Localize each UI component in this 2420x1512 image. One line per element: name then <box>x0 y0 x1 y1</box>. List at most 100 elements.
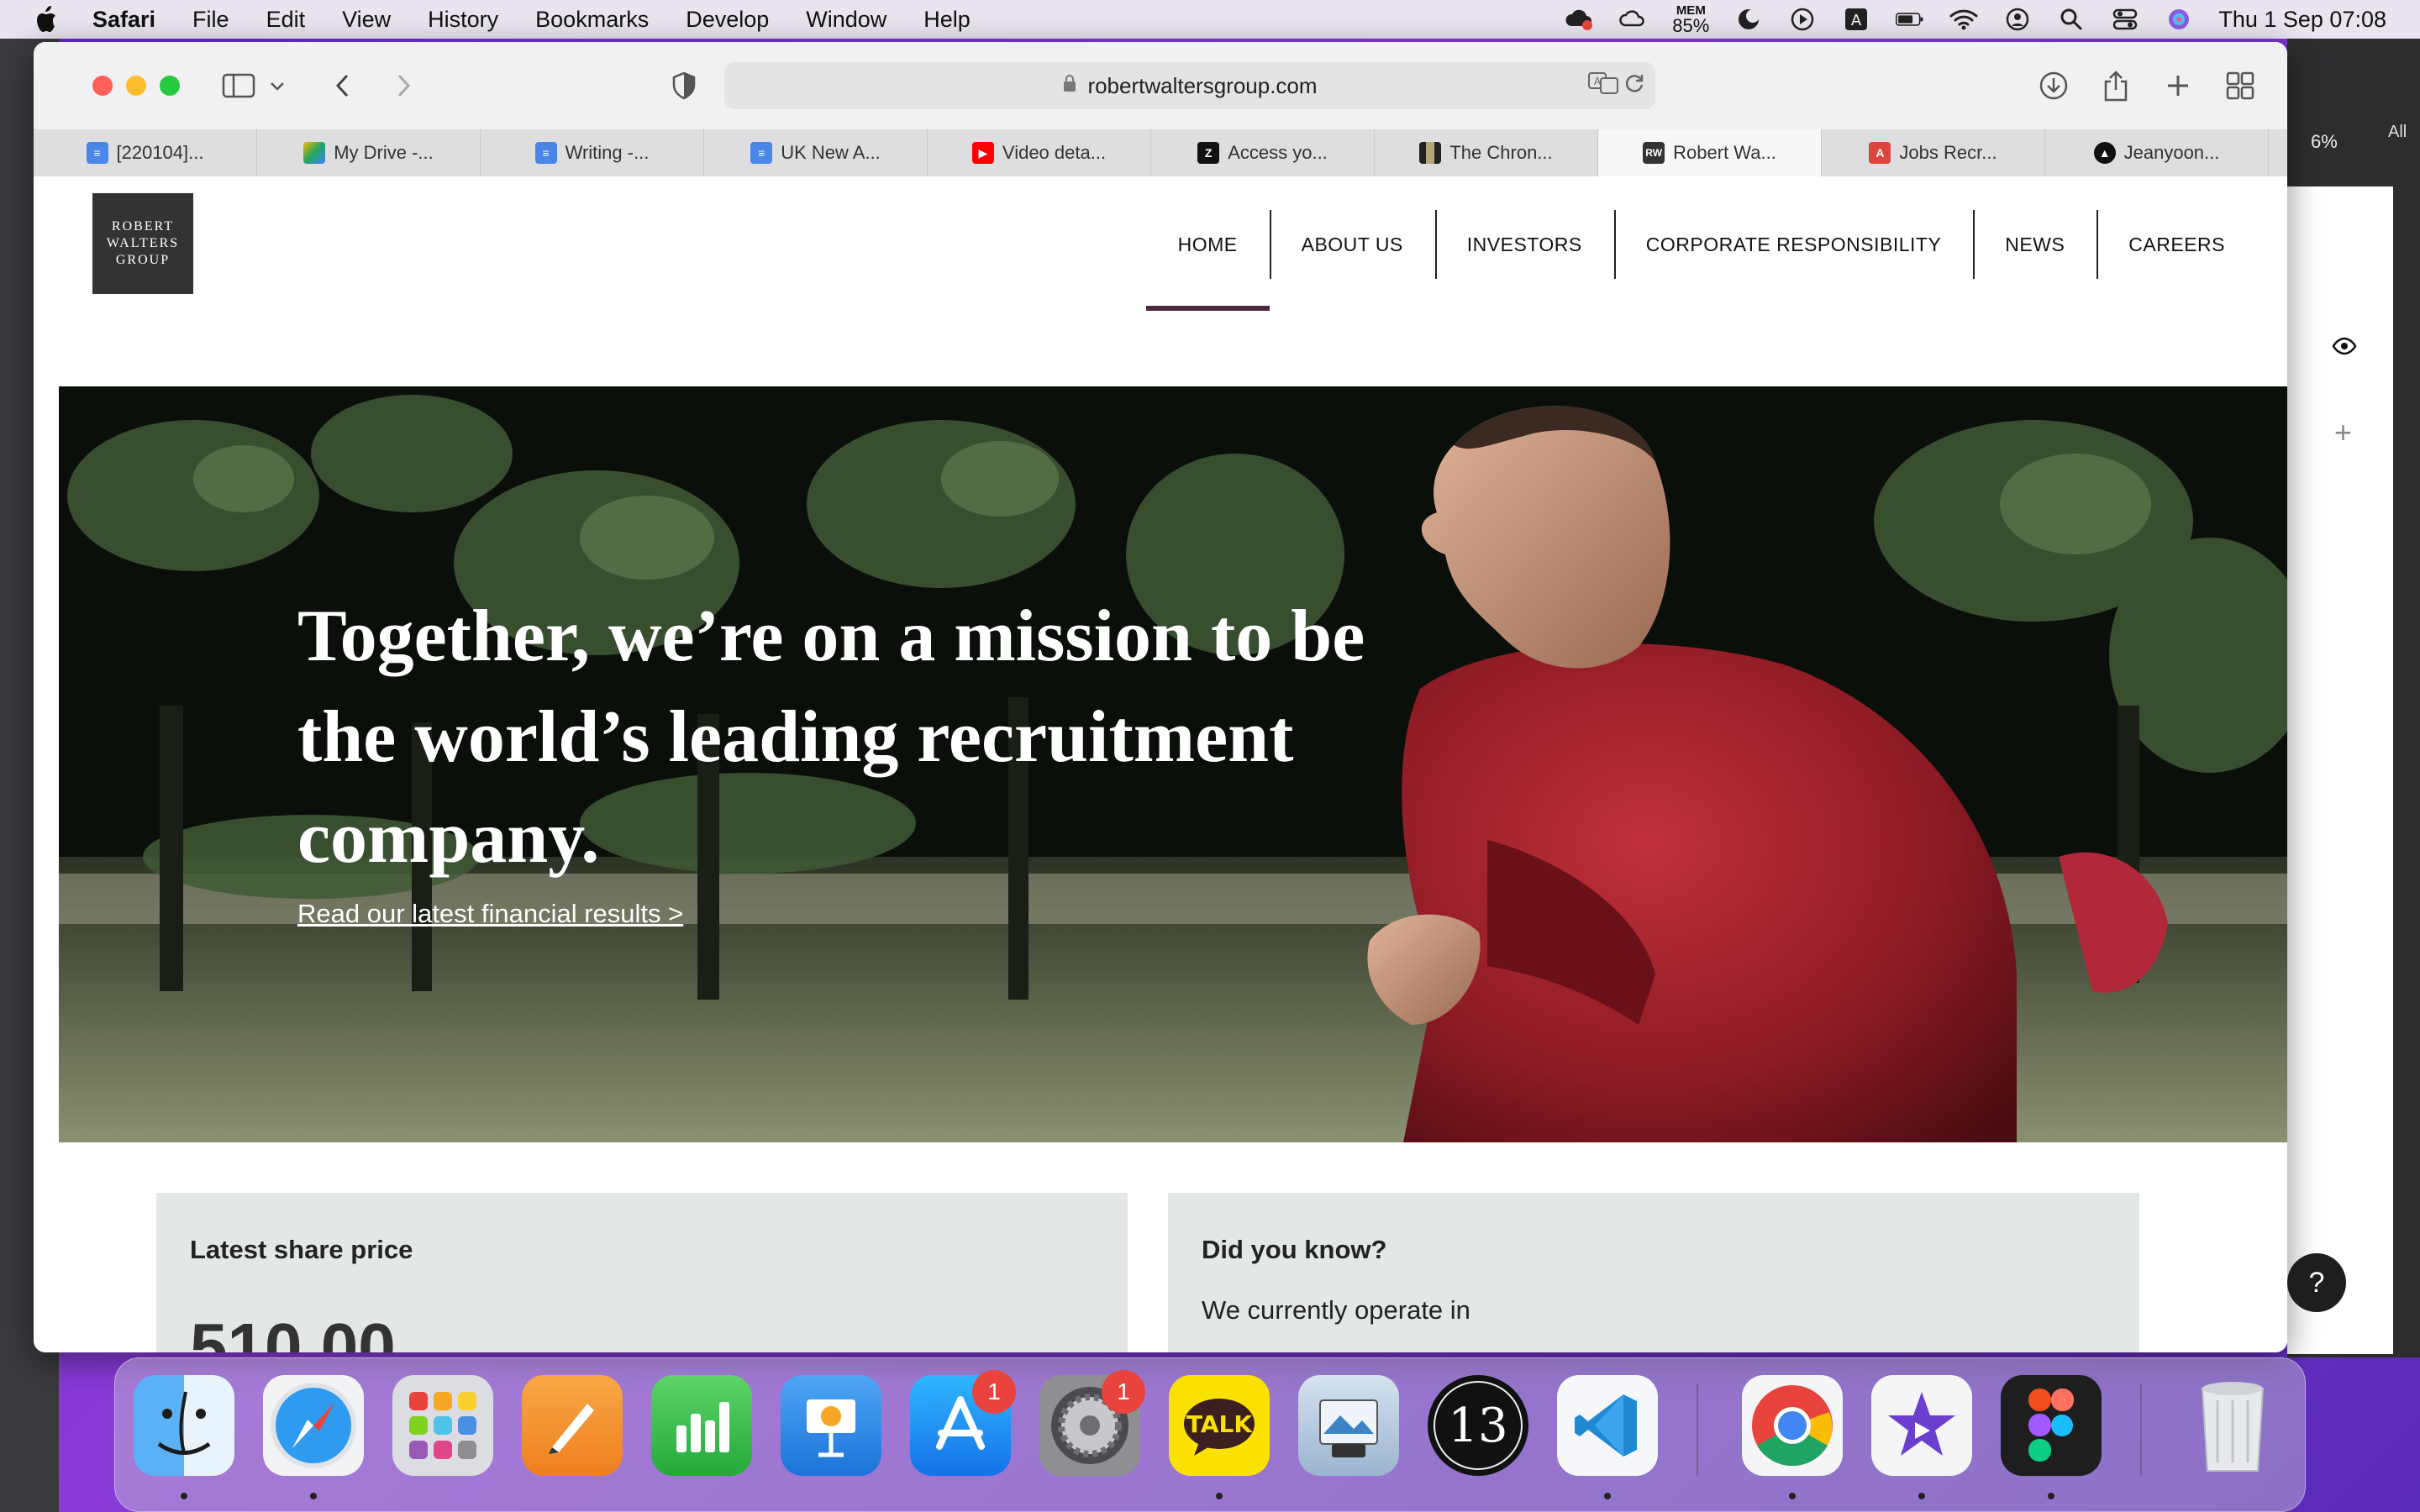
browser-tab[interactable]: ≡ [220104]... <box>34 129 257 176</box>
preview-icon[interactable] <box>1298 1375 1399 1476</box>
browser-tab[interactable]: The Chron... <box>1375 129 1598 176</box>
memory-monitor[interactable]: MEM 85% <box>1672 4 1709 35</box>
robert-walters-favicon-icon: RW <box>1643 142 1665 164</box>
back-button[interactable] <box>324 67 361 104</box>
browser-tab[interactable]: ▶ Video deta... <box>928 129 1151 176</box>
address-bar[interactable]: robertwaltersgroup.com A <box>724 62 1655 109</box>
drive-favicon-icon <box>303 142 326 164</box>
nav-about-us[interactable]: ABOUT US <box>1269 178 1435 311</box>
kakaotalk-label: TALK <box>1186 1410 1253 1438</box>
finder-icon[interactable] <box>134 1375 234 1476</box>
battery-icon[interactable] <box>1896 7 1924 32</box>
web-page: ROBERT WALTERS GROUP HOME ABOUT US INVES… <box>34 178 2287 1352</box>
trash-icon[interactable] <box>2182 1375 2283 1476</box>
downloads-icon[interactable] <box>2035 67 2072 104</box>
forward-button[interactable] <box>385 67 422 104</box>
minimize-window-button[interactable] <box>126 76 146 96</box>
safari-icon[interactable] <box>263 1375 364 1476</box>
play-icon[interactable] <box>1788 7 1817 32</box>
menu-edit[interactable]: Edit <box>266 7 306 33</box>
menu-develop[interactable]: Develop <box>686 7 769 33</box>
notion-icon[interactable]: 13 <box>1428 1375 1528 1476</box>
browser-tab[interactable]: Z Access yo... <box>1151 129 1375 176</box>
financial-results-link[interactable]: Read our latest financial results > <box>297 899 683 929</box>
privacy-shield-icon[interactable] <box>666 67 702 104</box>
site-logo[interactable]: ROBERT WALTERS GROUP <box>92 193 193 294</box>
tab-label: Access yo... <box>1228 142 1328 163</box>
nav-corporate-responsibility[interactable]: CORPORATE RESPONSIBILITY <box>1613 178 1974 311</box>
imovie-icon[interactable] <box>1871 1375 1972 1476</box>
hero-banner: Together, we’re on a mission to be the w… <box>59 386 2287 1142</box>
eye-icon[interactable] <box>2332 336 2357 356</box>
logo-line: WALTERS <box>106 236 180 250</box>
menu-view[interactable]: View <box>342 7 391 33</box>
search-icon[interactable] <box>2057 7 2086 32</box>
menu-help[interactable]: Help <box>923 7 971 33</box>
reload-icon[interactable] <box>1623 72 1645 100</box>
menu-file[interactable]: File <box>192 7 229 33</box>
nav-careers[interactable]: CAREERS <box>2096 178 2257 311</box>
docs-favicon-icon: ≡ <box>750 142 773 164</box>
svg-text:13: 13 <box>1448 1399 1507 1453</box>
share-icon[interactable] <box>2097 67 2134 104</box>
browser-tab[interactable]: ▲ Jeanyoon... <box>2045 129 2269 176</box>
menu-window[interactable]: Window <box>806 7 886 33</box>
dock-separator <box>1697 1383 1698 1476</box>
zoom-level[interactable]: 6% <box>2311 131 2338 153</box>
chevron-down-icon[interactable] <box>259 67 296 104</box>
pages-icon[interactable] <box>522 1375 623 1476</box>
launchpad-icon[interactable] <box>392 1375 493 1476</box>
browser-tab[interactable]: ≡ UK New A... <box>704 129 928 176</box>
vscode-icon[interactable] <box>1557 1375 1658 1476</box>
browser-tab[interactable]: A Jobs Recr... <box>1822 129 2045 176</box>
cloud-sync-icon[interactable] <box>1618 7 1647 32</box>
apple-icon[interactable] <box>29 5 62 34</box>
translate-icon[interactable]: A <box>1588 71 1618 100</box>
kakaotalk-icon[interactable]: TALK <box>1169 1375 1270 1476</box>
numbers-icon[interactable] <box>651 1375 752 1476</box>
svg-text:A: A <box>1594 76 1602 87</box>
siri-icon[interactable] <box>2165 7 2193 32</box>
nav-news[interactable]: NEWS <box>1973 178 2096 311</box>
tab-bar: ≡ [220104]... My Drive -... ≡ Writing -...… <box>34 129 2287 176</box>
chronicle-favicon-icon <box>1419 142 1442 164</box>
system-preferences-icon[interactable]: 1 <box>1039 1370 1145 1476</box>
add-icon[interactable]: + <box>2334 415 2352 450</box>
url-text: robertwaltersgroup.com <box>1087 72 1318 98</box>
help-button[interactable]: ? <box>2287 1253 2346 1312</box>
dock-separator <box>2140 1383 2142 1476</box>
sidebar-toggle-icon[interactable] <box>220 67 257 104</box>
menubar: Safari File Edit View History Bookmarks … <box>0 0 2420 39</box>
maximize-window-button[interactable] <box>160 76 180 96</box>
tab-label: Video deta... <box>1002 142 1107 163</box>
control-center-icon[interactable] <box>2111 7 2139 32</box>
running-indicator <box>1216 1493 1223 1499</box>
keynote-icon[interactable] <box>781 1375 881 1476</box>
creative-cloud-icon[interactable] <box>1565 7 1593 32</box>
user-icon[interactable] <box>2003 7 2032 32</box>
menu-bookmarks[interactable]: Bookmarks <box>535 7 649 33</box>
close-window-button[interactable] <box>92 76 113 96</box>
menu-history[interactable]: History <box>428 7 498 33</box>
browser-tab[interactable]: ≡ Writing -... <box>481 129 704 176</box>
new-tab-icon[interactable] <box>2160 67 2196 104</box>
docs-favicon-icon: ≡ <box>534 142 557 164</box>
wifi-icon[interactable] <box>1949 7 1978 32</box>
jobs-favicon-icon: A <box>1869 142 1891 164</box>
site-header: ROBERT WALTERS GROUP HOME ABOUT US INVES… <box>59 178 2287 312</box>
tab-overview-icon[interactable] <box>2222 67 2259 104</box>
moon-icon[interactable] <box>1734 7 1763 32</box>
input-source-icon[interactable]: A <box>1842 7 1870 32</box>
nav-home[interactable]: HOME <box>1145 178 1270 312</box>
menu-app-name[interactable]: Safari <box>92 7 155 33</box>
hero-heading: Together, we’re on a mission to be the w… <box>297 596 1365 879</box>
figma-icon[interactable] <box>2001 1375 2102 1476</box>
chrome-icon[interactable] <box>1742 1375 1843 1476</box>
docs-favicon-icon: ≡ <box>86 142 108 164</box>
nav-investors[interactable]: INVESTORS <box>1434 178 1614 311</box>
main-nav: HOME ABOUT US INVESTORS CORPORATE RESPON… <box>1145 178 2257 312</box>
menubar-clock[interactable]: Thu 1 Sep 07:08 <box>2218 7 2386 33</box>
app-store-icon[interactable]: 1 <box>910 1370 1016 1476</box>
browser-tab[interactable]: My Drive -... <box>257 129 481 176</box>
browser-tab-active[interactable]: RW Robert Wa... <box>1598 129 1822 176</box>
